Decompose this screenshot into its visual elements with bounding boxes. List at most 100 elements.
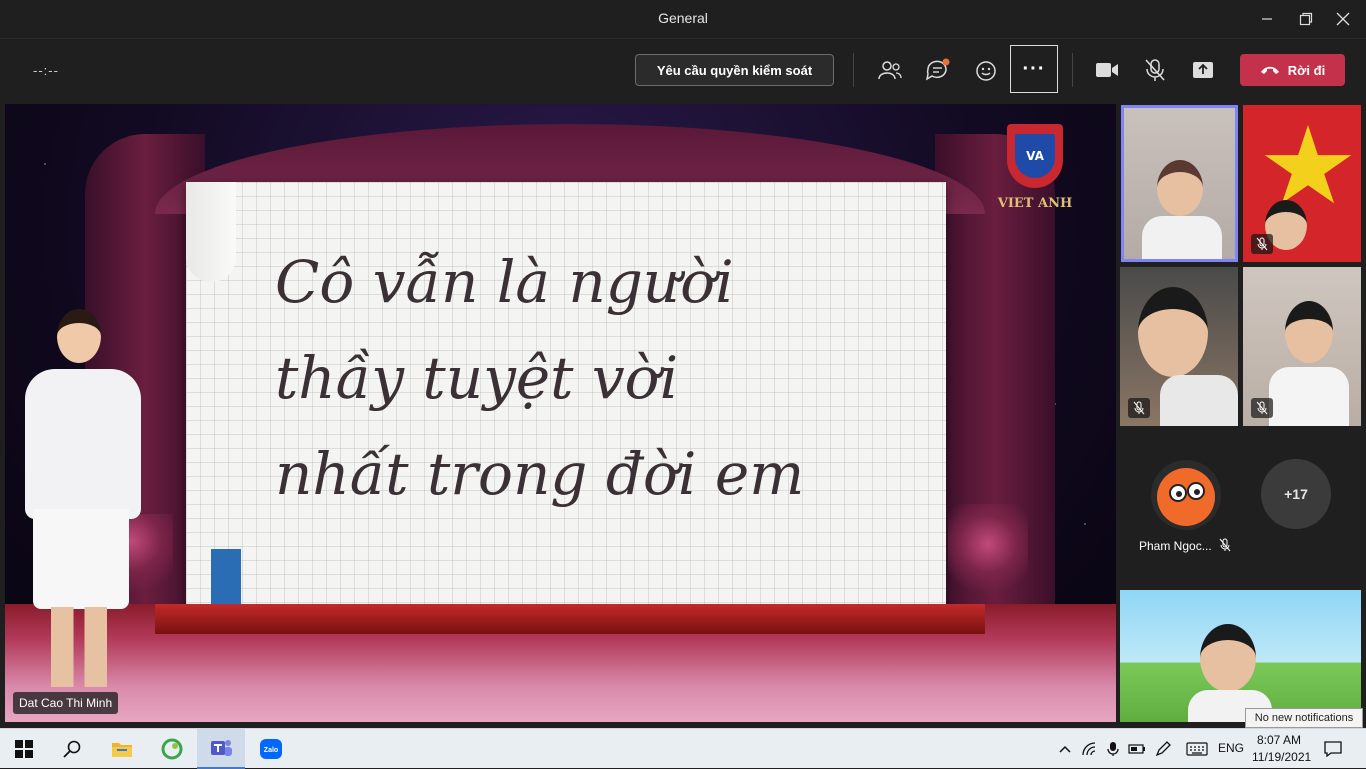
flower-arrangement (948, 504, 1028, 604)
start-button[interactable] (0, 729, 48, 769)
page-bookmark (211, 549, 241, 607)
leave-label: Rời đi (1287, 62, 1326, 78)
school-logo: VA VIET ANH (995, 120, 1075, 218)
shared-video-stage: Cô vẫn là người thầy tuyệt vời nhất tron… (5, 104, 1116, 722)
share-screen-button[interactable] (1183, 51, 1223, 89)
slide-line: thầy tuyệt vời (275, 344, 679, 412)
page-fold (186, 182, 236, 282)
avatar-pupil (1194, 489, 1200, 495)
zalo-icon: Zalo (260, 739, 282, 759)
notification-tooltip: No new notifications (1245, 708, 1363, 728)
self-view-tile[interactable] (1120, 590, 1361, 722)
participant-avatar[interactable] (1151, 460, 1221, 530)
window-title: General (658, 10, 708, 26)
teams-icon (211, 740, 232, 756)
participant-head (1157, 160, 1203, 216)
participant-body (1142, 216, 1222, 259)
toolbar-divider (1072, 53, 1073, 87)
toolbar-divider (853, 53, 854, 87)
clock-time: 8:07 AM (1256, 733, 1302, 747)
presenter-head (57, 309, 101, 363)
input-language-indicator[interactable]: ENG (1218, 741, 1244, 755)
participant-name: Pham Ngoc... (1139, 539, 1212, 553)
browser-icon (161, 738, 183, 760)
minimize-icon (1262, 18, 1272, 20)
wifi-icon (1082, 742, 1096, 756)
system-clock[interactable]: 8:07 AM 11/19/2021 (1252, 732, 1312, 766)
taskbar: Zalo ENG 8:07 AM 11/19/2021 (0, 728, 1366, 769)
mic-muted-icon (1133, 401, 1145, 415)
windows-logo-icon (15, 740, 33, 758)
tray-overflow-button[interactable] (1054, 739, 1076, 759)
presenter-jacket (25, 369, 141, 519)
participants-button[interactable] (870, 51, 910, 89)
teams-button[interactable] (197, 729, 245, 769)
participant-tile-active[interactable] (1121, 105, 1238, 262)
more-actions-button[interactable]: ··· (1010, 45, 1058, 93)
pen-button[interactable] (1152, 739, 1174, 759)
raise-hand-icon (976, 61, 996, 81)
meeting-timer: --:-- (33, 63, 59, 78)
zalo-button[interactable]: Zalo (247, 729, 295, 769)
participant-body (1269, 367, 1349, 426)
touch-keyboard-button[interactable] (1184, 739, 1210, 759)
request-control-button[interactable]: Yêu cầu quyền kiểm soát (635, 54, 834, 86)
camera-icon (1096, 63, 1118, 77)
microphone-button[interactable] (1135, 51, 1175, 89)
chat-icon (925, 58, 950, 81)
avatar-eye (1187, 482, 1205, 500)
more-participants-button[interactable]: +17 (1261, 459, 1331, 529)
stage-edge (155, 604, 985, 634)
mic-muted-icon (1145, 59, 1165, 81)
participant-body (1160, 375, 1238, 426)
slide-line: Cô vẫn là người (275, 248, 734, 316)
microphone-tray-button[interactable] (1102, 739, 1124, 759)
slide-line: nhất trong đời em (275, 440, 805, 508)
participant-muted (1218, 538, 1232, 557)
mic-muted-icon (1256, 237, 1268, 251)
network-button[interactable] (1079, 739, 1101, 759)
microphone-icon (1107, 742, 1119, 756)
slide-text: Cô vẫn là người thầy tuyệt vời nhất tron… (275, 234, 915, 522)
avatar-pupil (1176, 491, 1182, 497)
participant-muted (1128, 398, 1150, 418)
folder-icon (112, 743, 132, 757)
pen-icon (1155, 741, 1171, 757)
coccoc-browser-button[interactable] (148, 729, 196, 769)
chat-button[interactable] (918, 51, 958, 89)
restore-icon (1299, 12, 1313, 26)
mic-muted-icon (1256, 401, 1268, 415)
mic-muted-icon (1219, 538, 1231, 552)
close-icon (1336, 12, 1350, 26)
leave-button[interactable]: Rời đi (1240, 54, 1345, 86)
clock-date: 11/19/2021 (1252, 750, 1312, 764)
logo-text: VIET ANH (997, 196, 1073, 211)
chevron-up-icon (1059, 745, 1071, 753)
keyboard-icon (1186, 742, 1208, 756)
file-explorer-button[interactable] (98, 729, 146, 769)
camera-button[interactable] (1087, 51, 1127, 89)
action-center-button[interactable] (1322, 739, 1344, 759)
title-bar: General (0, 0, 1366, 38)
participant-tile[interactable] (1120, 267, 1238, 426)
presenter-name-tag: Dat Cao Thi Minh (13, 692, 119, 714)
presenter-skirt (33, 509, 129, 609)
hang-up-icon (1260, 66, 1279, 74)
battery-icon (1128, 744, 1145, 754)
participant-tile[interactable] (1243, 267, 1361, 426)
battery-button[interactable] (1126, 739, 1148, 759)
participant-head (1138, 287, 1208, 377)
participant-head (1285, 301, 1333, 363)
close-button[interactable] (1320, 0, 1366, 38)
share-screen-icon (1193, 62, 1213, 78)
shield-icon: VA (1007, 124, 1063, 188)
participant-muted (1251, 234, 1273, 254)
zalo-label: Zalo (264, 747, 278, 754)
search-button[interactable] (48, 729, 96, 769)
avatar-eye (1169, 484, 1187, 502)
reactions-button[interactable] (966, 51, 1006, 89)
participant-muted (1251, 398, 1273, 418)
meeting-toolbar: --:-- Yêu cầu quyền kiểm soát ··· Rời đi (0, 38, 1366, 100)
presenter-legs (51, 607, 107, 687)
participant-tile[interactable] (1243, 105, 1361, 262)
